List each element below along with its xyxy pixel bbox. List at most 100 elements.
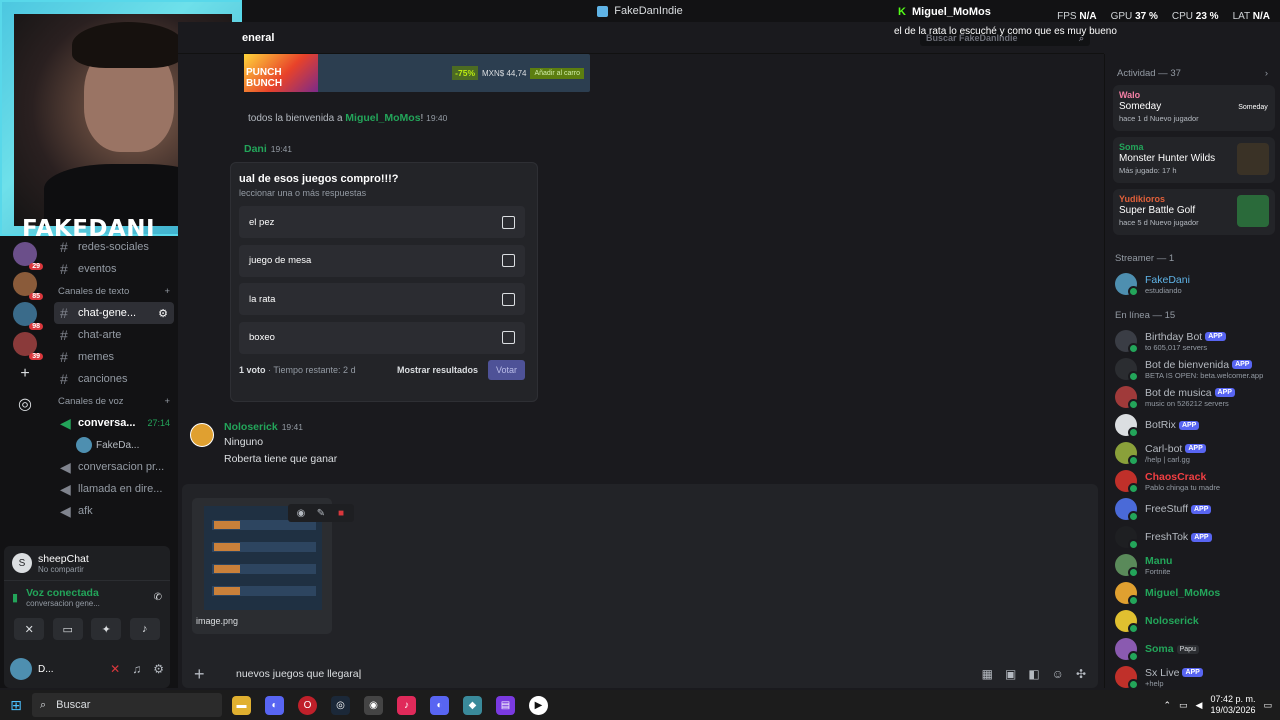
member-item[interactable]: Soma Papu	[1113, 635, 1280, 663]
member-item[interactable]: FreeStuff APP	[1113, 495, 1280, 523]
soundboard-button[interactable]: ♪	[129, 618, 160, 640]
message-input[interactable]: nuevos juegos que llegara	[236, 668, 361, 680]
member-item[interactable]: Bot de musica APP music on 526212 servers	[1113, 383, 1280, 411]
poll-option[interactable]: la rata	[239, 283, 525, 315]
windows-start-icon[interactable]: ⊞	[0, 697, 32, 714]
steam-embed[interactable]: PUNCH BUNCH -75% MXN$ 44,74 Añadir al ca…	[244, 54, 590, 92]
add-server-icon[interactable]: +	[13, 362, 37, 386]
server-icon[interactable]: 39	[13, 332, 43, 360]
microphone-muted-icon[interactable]: ✕	[110, 662, 120, 676]
poll-author[interactable]: Dani 19:41	[244, 143, 292, 155]
chevron-right-icon[interactable]: ›	[1265, 68, 1268, 79]
channel-item[interactable]: # eventos	[50, 258, 178, 280]
category-text-channels[interactable]: Canales de texto +	[50, 280, 178, 302]
member-item[interactable]: BotRix APP	[1113, 411, 1280, 439]
unread-badge: 39	[29, 353, 43, 360]
channel-item[interactable]: # chat-arte	[50, 324, 178, 346]
vote-button[interactable]: Votar	[487, 360, 525, 380]
category-voice-channels[interactable]: Canales de voz +	[50, 390, 178, 412]
add-to-cart-button[interactable]: Añadir al carro	[530, 67, 584, 79]
file-explorer-icon[interactable]: ▬	[232, 695, 251, 715]
activity-header[interactable]: Actividad — 37 ›	[1113, 54, 1280, 85]
disconnect-icon[interactable]: ✆	[154, 592, 162, 603]
headphones-icon[interactable]: ♫	[132, 662, 141, 676]
server-icon[interactable]: 98	[13, 302, 43, 330]
camera-off-button[interactable]: ✕	[14, 618, 45, 640]
taskbar-search[interactable]: ⌕ Buscar	[32, 693, 222, 717]
notifications-icon[interactable]: ▭	[1263, 700, 1272, 711]
server-icon[interactable]: 85	[13, 272, 43, 300]
poll-option[interactable]: boxeo	[239, 321, 525, 354]
member-item[interactable]: ChaosCrack Pablo chinga tu madre	[1113, 467, 1280, 495]
checkbox[interactable]	[502, 292, 515, 306]
gif-icon[interactable]: ▣	[1005, 667, 1016, 681]
taskbar-clock[interactable]: 07:42 p. m. 19/03/2026	[1210, 694, 1255, 716]
channel-name: memes	[78, 351, 115, 363]
activity-card[interactable]: Yudikioros Super Battle Golf hace 5 d Nuev…	[1113, 189, 1275, 235]
channel-item[interactable]: # redes-sociales	[50, 236, 178, 258]
channel-item[interactable]: ◀ afk	[50, 500, 178, 522]
invite-icon[interactable]: ⚙	[158, 307, 168, 320]
add-voice-channel-icon[interactable]: +	[164, 396, 170, 407]
poll-option[interactable]: juego de mesa	[239, 244, 525, 277]
trash-icon[interactable]: ■	[332, 506, 350, 520]
show-results-button[interactable]: Mostrar resultados	[397, 365, 478, 375]
chevron-up-icon[interactable]: ⌃	[1163, 700, 1171, 711]
member-streamer[interactable]: FakeDani estudiando	[1113, 270, 1280, 298]
checkbox[interactable]	[502, 331, 515, 344]
gift-icon[interactable]: ▦	[982, 667, 993, 681]
steam-icon[interactable]: ◎	[331, 695, 350, 715]
message-author[interactable]: Noloserick 19:41	[224, 421, 303, 433]
channel-item[interactable]: ◀ llamada en dire...	[50, 478, 178, 500]
clapper-icon[interactable]: ▤	[496, 695, 515, 715]
pencil-icon[interactable]: ✎	[312, 506, 330, 520]
member-item[interactable]: Manu Fortnite	[1113, 551, 1280, 579]
eye-icon[interactable]: ◉	[292, 506, 310, 520]
voice-connection-status[interactable]: ▮ Voz conectada conversacion gene... ✆	[4, 580, 170, 614]
attachment-preview[interactable]: ◉ ✎ ■ image.png	[192, 498, 354, 634]
add-channel-icon[interactable]: +	[164, 286, 170, 297]
member-item[interactable]: Noloserick	[1113, 607, 1280, 635]
media-player-icon[interactable]: ▶	[529, 695, 548, 715]
discord-icon[interactable]: ◐	[265, 695, 284, 715]
channel-item[interactable]: # memes	[50, 346, 178, 368]
member-item[interactable]: Carl-bot APP/help | carl.gg	[1113, 439, 1280, 467]
apps-icon[interactable]: ✣	[1076, 667, 1086, 681]
network-icon[interactable]: ▭	[1179, 700, 1188, 711]
channel-item[interactable]: # canciones	[50, 368, 178, 390]
dev-app-icon[interactable]: ◆	[463, 695, 482, 715]
tiktok-icon[interactable]: ♪	[397, 695, 416, 715]
sticker-icon[interactable]: ◧	[1028, 667, 1039, 681]
gear-icon[interactable]: ⚙	[153, 662, 164, 676]
member-item[interactable]: Birthday Bot APP to 605,017 servers	[1113, 327, 1280, 355]
checkbox[interactable]	[502, 254, 515, 267]
activity-card[interactable]: Walo Someday hace 1 d Nuevo jugador Someday	[1113, 85, 1275, 131]
member-item[interactable]: Bot de bienvenida APP BETA IS OPEN: beta.w…	[1113, 355, 1280, 383]
member-item[interactable]: FreshTok APP	[1113, 523, 1280, 551]
poll-option[interactable]: el pez	[239, 206, 525, 238]
avatar	[1115, 498, 1139, 522]
opera-icon[interactable]: O	[298, 695, 317, 715]
avatar	[1115, 330, 1139, 354]
screen-share-button[interactable]: ▭	[52, 618, 83, 640]
activity-sheepchat[interactable]: S sheepChat No compartir	[4, 546, 170, 580]
checkbox[interactable]	[502, 215, 515, 229]
activities-button[interactable]: ✦	[91, 618, 122, 640]
server-icon[interactable]: 29	[13, 242, 43, 270]
obs-icon[interactable]: ◉	[364, 695, 383, 715]
member-item[interactable]: Miguel_MoMos	[1113, 579, 1280, 607]
activity-card[interactable]: Soma Monster Hunter Wilds Más jugado: 17 h	[1113, 137, 1275, 183]
avatar[interactable]	[190, 423, 214, 447]
emoji-icon[interactable]: ☺	[1052, 667, 1064, 681]
voice-user-fakedani[interactable]: FakeDa...	[50, 434, 178, 456]
avatar[interactable]	[10, 658, 32, 680]
explore-servers-icon[interactable]: ◎	[13, 392, 37, 416]
chat-app-icon[interactable]: ◐	[430, 695, 449, 715]
channel-item[interactable]: ◀ conversacion pr...	[50, 456, 178, 478]
channel-item[interactable]: # chat-gene... ⚙	[54, 302, 174, 324]
app-badge: APP	[1182, 668, 1203, 677]
volume-icon[interactable]: ◀	[1196, 700, 1203, 711]
member-item[interactable]: Sx Live APP +help	[1113, 663, 1280, 691]
voice-channel-active[interactable]: ◀ conversa... 27:14	[50, 412, 178, 434]
plus-icon[interactable]: +	[194, 664, 218, 685]
